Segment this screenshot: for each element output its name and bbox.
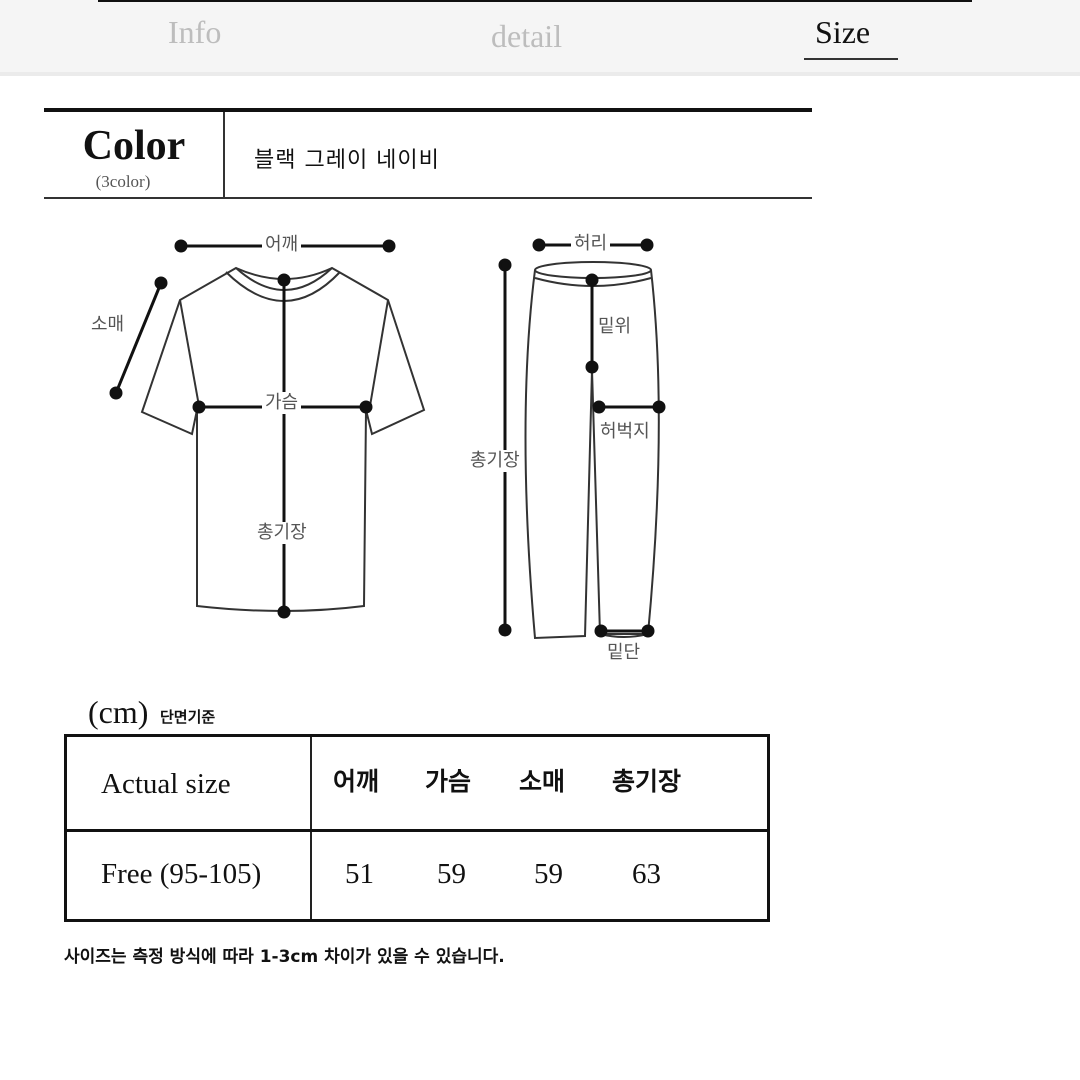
waist-label: 허리 [571, 233, 611, 255]
tab-size[interactable]: Size [815, 14, 870, 51]
length-label: 총기장 [254, 522, 310, 544]
measure-point [592, 400, 606, 414]
tshirt-sleeve-seam-right [369, 299, 389, 407]
measure-point [359, 400, 373, 414]
measure-point [532, 238, 546, 252]
measure-point [585, 360, 599, 374]
table-header-label: Actual size [101, 768, 231, 800]
column-header: 총기장 [612, 767, 682, 796]
measurement-diagram: 어깨 소매 가슴 총기장 허리 밑위 허벅지 총기장 밑단 [0, 220, 820, 680]
measure-point [641, 624, 655, 638]
measure-point [498, 623, 512, 637]
color-count: (3color) [95, 172, 151, 191]
table-row-size: Free (95-105) [101, 858, 262, 890]
unit-note: 단면기준 [160, 708, 216, 726]
table-cell: 51 [345, 858, 374, 890]
measure-point [594, 624, 608, 638]
measure-point [174, 239, 188, 253]
color-title: Color [82, 123, 186, 169]
shoulder-label: 어깨 [262, 234, 302, 256]
tshirt-measurements [109, 239, 396, 619]
size-disclaimer: 사이즈는 측정 방식에 따라 1-3cm 차이가 있을 수 있습니다. [64, 947, 505, 967]
size-table: Actual size 어깨 가슴 소매 총기장 Free (95-105) 5… [64, 734, 770, 922]
column-header: 가슴 [425, 767, 472, 796]
table-cell: 59 [534, 858, 563, 890]
measure-point [277, 605, 291, 619]
hem-label: 밑단 [604, 642, 644, 664]
measure-point [277, 273, 291, 287]
chest-label: 가슴 [262, 392, 302, 414]
divider [44, 108, 812, 112]
tab-bar-top-divider [98, 0, 972, 2]
thigh-label: 허벅지 [600, 421, 650, 442]
rise-label: 밑위 [598, 316, 632, 337]
pants-length-label: 총기장 [467, 450, 523, 472]
sleeve-label: 소매 [91, 314, 125, 335]
measure-point [498, 258, 512, 272]
measure-point [154, 276, 168, 290]
unit-label: (cm) [88, 694, 149, 730]
column-header: 어깨 [333, 767, 380, 796]
tab-bar: Info detail Size [0, 0, 1080, 76]
diagram-drawing [109, 238, 666, 640]
tab-info[interactable]: Info [168, 14, 221, 51]
divider [223, 112, 225, 198]
measure-point [652, 400, 666, 414]
table-divider [67, 829, 767, 832]
divider [44, 197, 812, 199]
measure-point [192, 400, 206, 414]
measure-point [382, 239, 396, 253]
measure-point [109, 386, 123, 400]
color-options: 블랙 그레이 네이비 [254, 148, 440, 173]
active-tab-indicator [804, 58, 898, 60]
table-divider [310, 737, 312, 919]
tab-detail[interactable]: detail [491, 18, 562, 55]
color-section: Color (3color) 블랙 그레이 네이비 [44, 108, 812, 200]
column-header: 소매 [519, 767, 566, 796]
tshirt-sleeve-seam-left [179, 299, 200, 407]
measure-point [585, 273, 599, 287]
table-cell: 63 [632, 858, 661, 890]
table-cell: 59 [437, 858, 466, 890]
measure-point [640, 238, 654, 252]
